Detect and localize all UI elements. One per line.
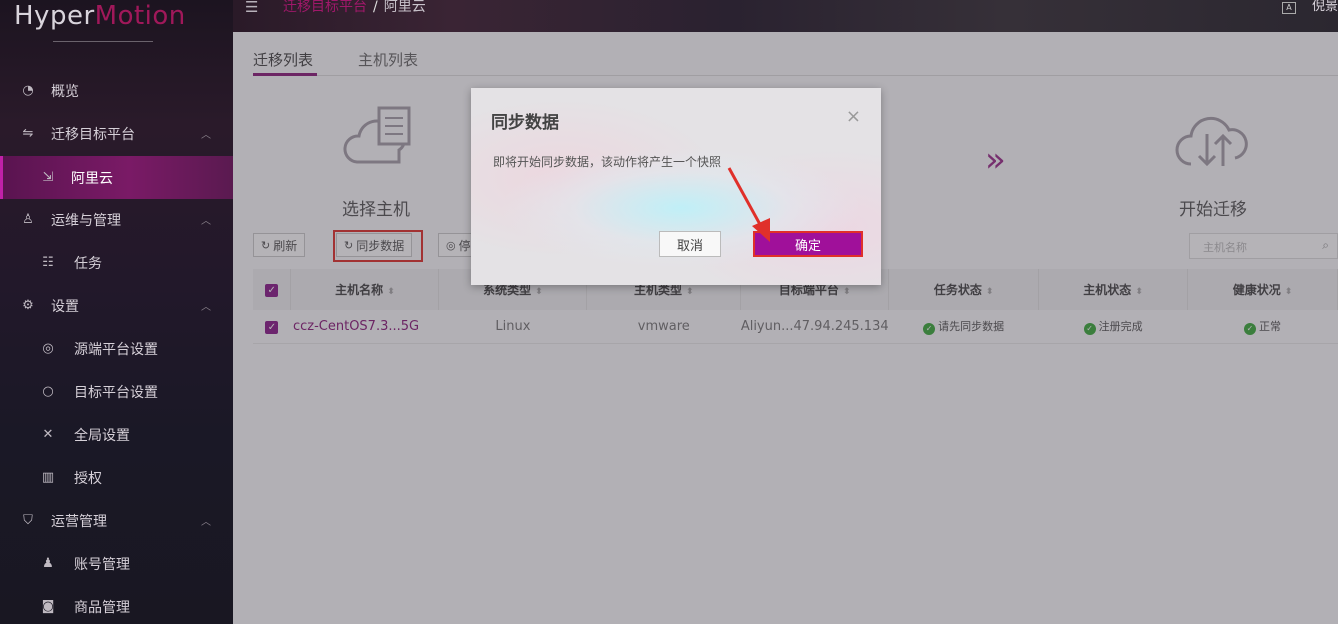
gear-icon: ⚙ [22,298,34,313]
cancel-button[interactable]: 取消 [659,231,721,257]
sidebar-item-global-settings[interactable]: ✕ 全局设置 [0,413,233,456]
sidebar-item-source-settings[interactable]: ◎ 源端平台设置 [0,327,233,370]
sidebar-item-settings[interactable]: ⚙ 设置 ︿ [0,284,233,327]
sidebar-item-accounts[interactable]: ♟ 账号管理 [0,542,233,585]
close-icon[interactable]: × [846,106,861,127]
sidebar: HyperMotion ◔ 概览 ⇋ 迁移目标平台 ︿ ⇲ 阿里云 ♙ 运维与管… [0,0,233,624]
chevron-up-icon: ︿ [201,517,211,528]
barcode-icon: ▥ [41,470,55,485]
sidebar-item-products[interactable]: ◙ 商品管理 [0,585,233,624]
top-bar: ☰ 迁移目标平台 / 阿里云 A 倪景 [233,0,1338,32]
circle-icon: ○ [42,384,54,399]
sidebar-item-migration-target[interactable]: ⇋ 迁移目标平台 ︿ [0,112,233,155]
target-icon: ◎ [42,341,54,356]
cloud-login-icon: ⇲ [42,170,54,185]
product-icon: ◙ [41,599,55,614]
sidebar-item-overview[interactable]: ◔ 概览 [0,69,233,112]
top-right-area: A 倪景 [1281,0,1338,14]
sidebar-item-target-settings[interactable]: ○ 目标平台设置 [0,370,233,413]
logo-divider [53,41,153,42]
confirm-button[interactable]: 确定 [753,231,863,257]
dialog-message: 即将开始同步数据，该动作将产生一个快照 [493,155,722,169]
app-logo: HyperMotion [14,1,186,31]
sidebar-item-tasks[interactable]: ☷ 任务 [0,241,233,284]
chevron-up-icon: ︿ [201,302,211,313]
breadcrumb-current: 阿里云 [383,0,426,15]
sidebar-item-license[interactable]: ▥ 授权 [0,456,233,499]
tools-icon: ✕ [42,427,54,442]
swap-icon: ⇋ [22,126,34,141]
chevron-up-icon: ︿ [201,216,211,227]
chevron-up-icon: ︿ [201,130,211,141]
breadcrumb-parent[interactable]: 迁移目标平台 [283,0,367,15]
user-icon: ♙ [22,212,34,227]
user-name[interactable]: 倪景 [1312,0,1338,14]
sync-data-dialog: 同步数据 × 即将开始同步数据，该动作将产生一个快照 取消 确定 [471,88,881,285]
breadcrumb: 迁移目标平台 / 阿里云 [283,0,426,15]
dialog-title: 同步数据 [491,113,559,133]
sidebar-item-aliyun[interactable]: ⇲ 阿里云 [0,156,233,199]
sidebar-item-operations[interactable]: ⛉ 运营管理 ︿ [0,499,233,542]
dashboard-icon: ◔ [22,83,34,98]
menu-toggle-icon[interactable]: ☰ [245,0,261,15]
language-icon[interactable]: A [1281,2,1296,14]
sidebar-item-ops[interactable]: ♙ 运维与管理 ︿ [0,198,233,241]
task-icon: ☷ [42,255,54,270]
account-icon: ♟ [42,556,54,571]
shield-icon: ⛉ [23,513,33,528]
